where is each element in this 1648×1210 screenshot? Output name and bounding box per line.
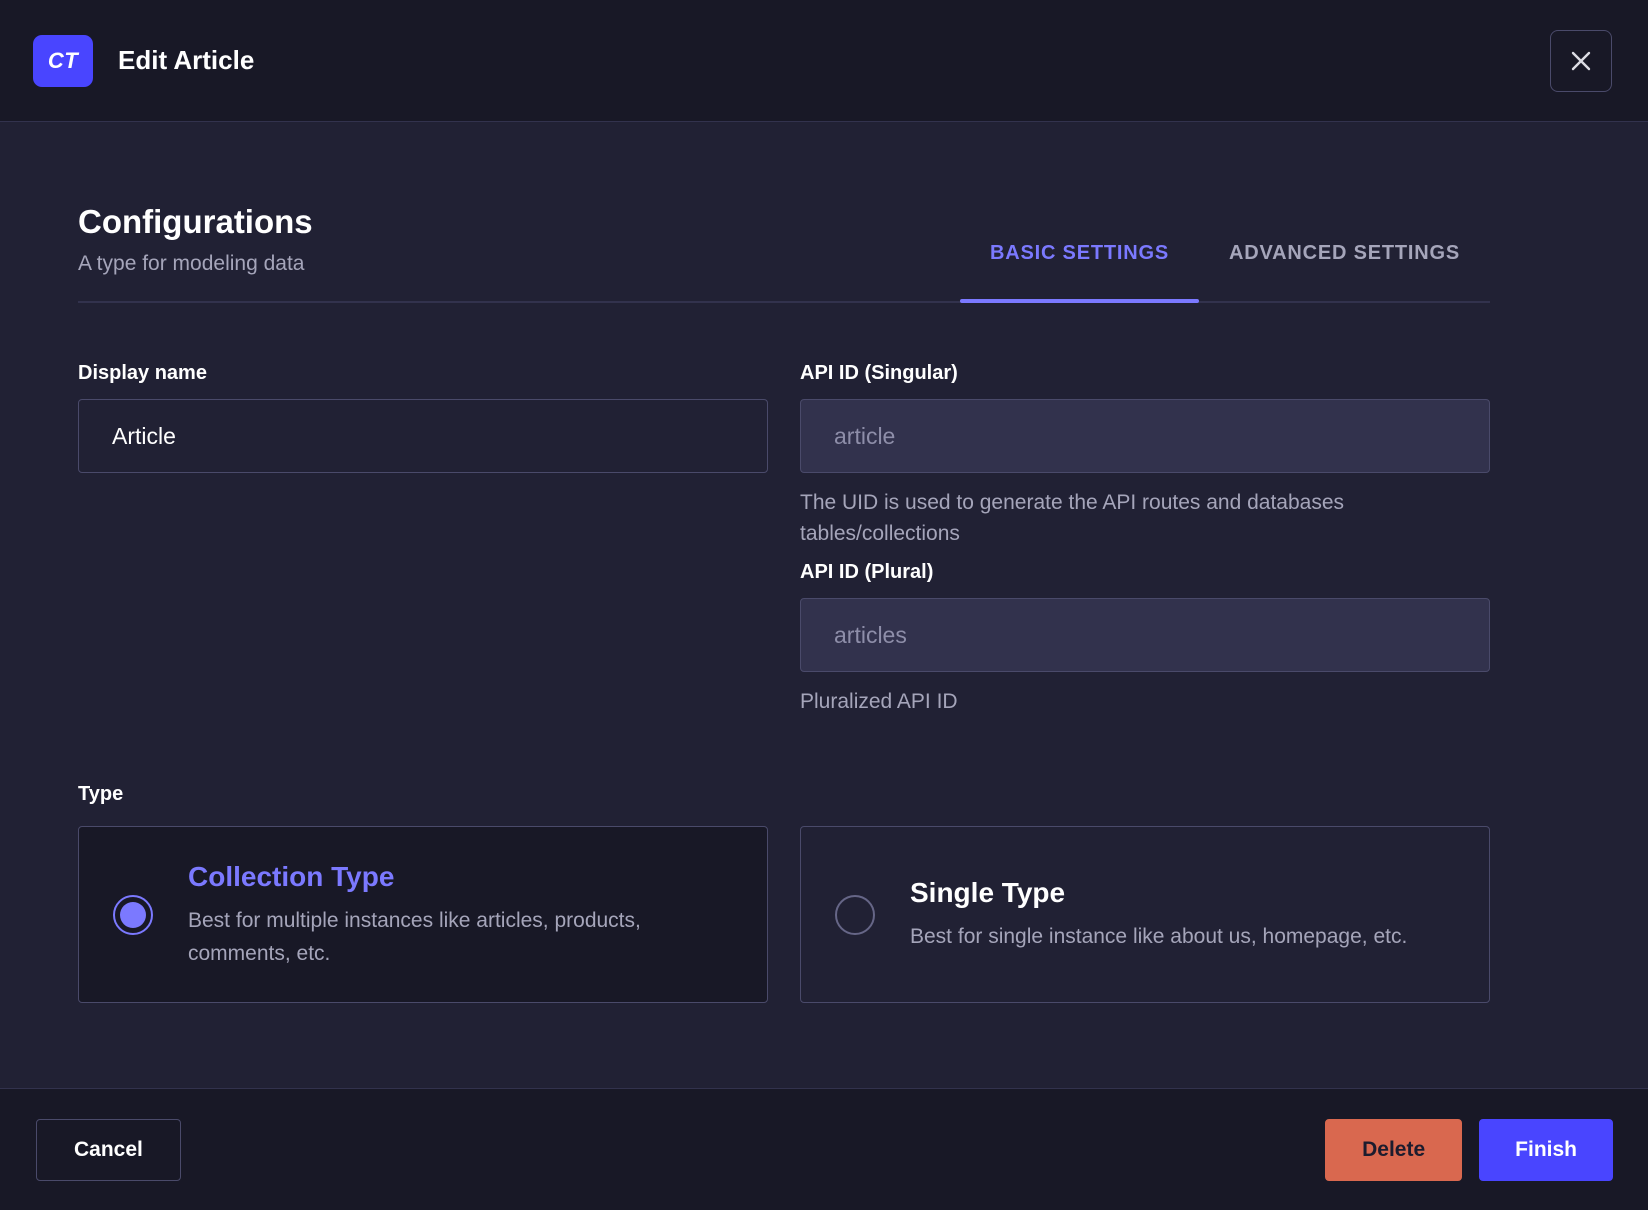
type-options: Collection Type Best for multiple instan… (78, 826, 1490, 1003)
tab-advanced-settings[interactable]: ADVANCED SETTINGS (1199, 242, 1490, 301)
footer-actions: Delete Finish (1325, 1118, 1613, 1181)
single-type-description: Best for single instance like about us, … (910, 925, 1408, 948)
close-icon (1569, 49, 1593, 73)
content-type-badge: CT (33, 34, 93, 87)
content-type-badge-label: CT (47, 47, 79, 73)
finish-button[interactable]: Finish (1479, 1118, 1613, 1181)
configurations-header: Configurations A type for modeling data … (78, 203, 1490, 303)
single-type-title: Single Type (910, 877, 1066, 908)
single-type-text: Single Type Best for single instance lik… (910, 876, 1407, 953)
page-subtitle: A type for modeling data (78, 252, 305, 275)
api-id-plural-input[interactable] (800, 598, 1490, 672)
type-section: Type Collection Type Best for multiple i… (78, 783, 1490, 1003)
type-label: Type (78, 783, 124, 805)
cancel-button[interactable]: Cancel (36, 1118, 181, 1181)
api-id-plural-field: API ID (Plural) Pluralized API ID (800, 561, 1490, 717)
collection-type-description: Best for multiple instances like article… (188, 908, 641, 965)
settings-tabs: BASIC SETTINGS ADVANCED SETTINGS (959, 242, 1490, 303)
radio-dot (120, 901, 146, 928)
settings-form: Display name API ID (Singular) The UID i… (78, 362, 1490, 717)
edit-content-type-modal: CT Edit Article Configurations A type fo… (0, 0, 1648, 1210)
page-title: Configurations (78, 203, 313, 240)
tab-basic-settings[interactable]: BASIC SETTINGS (959, 242, 1199, 303)
modal-footer: Cancel Delete Finish (0, 1088, 1648, 1210)
delete-button[interactable]: Delete (1325, 1118, 1463, 1181)
api-id-singular-field: API ID (Singular) The UID is used to gen… (800, 362, 1490, 549)
single-type-radio[interactable] (835, 894, 875, 935)
display-name-input[interactable] (78, 399, 768, 473)
collection-type-radio[interactable] (113, 894, 153, 935)
display-name-label: Display name (78, 362, 207, 384)
api-id-plural-label: API ID (Plural) (800, 561, 934, 583)
single-type-option[interactable]: Single Type Best for single instance lik… (800, 826, 1490, 1003)
modal-header: CT Edit Article (0, 0, 1648, 122)
api-id-plural-hint: Pluralized API ID (800, 690, 958, 713)
modal-title: Edit Article (118, 45, 255, 75)
api-id-singular-hint: The UID is used to generate the API rout… (800, 491, 1345, 545)
modal-body: Configurations A type for modeling data … (0, 122, 1648, 1088)
collection-type-option[interactable]: Collection Type Best for multiple instan… (78, 826, 768, 1003)
collection-type-text: Collection Type Best for multiple instan… (188, 860, 733, 970)
api-id-singular-label: API ID (Singular) (800, 362, 958, 384)
close-button[interactable] (1550, 29, 1612, 92)
collection-type-title: Collection Type (188, 860, 395, 892)
display-name-field: Display name (78, 362, 768, 549)
configurations-titles: Configurations A type for modeling data (78, 203, 313, 301)
api-id-singular-input[interactable] (800, 399, 1490, 473)
